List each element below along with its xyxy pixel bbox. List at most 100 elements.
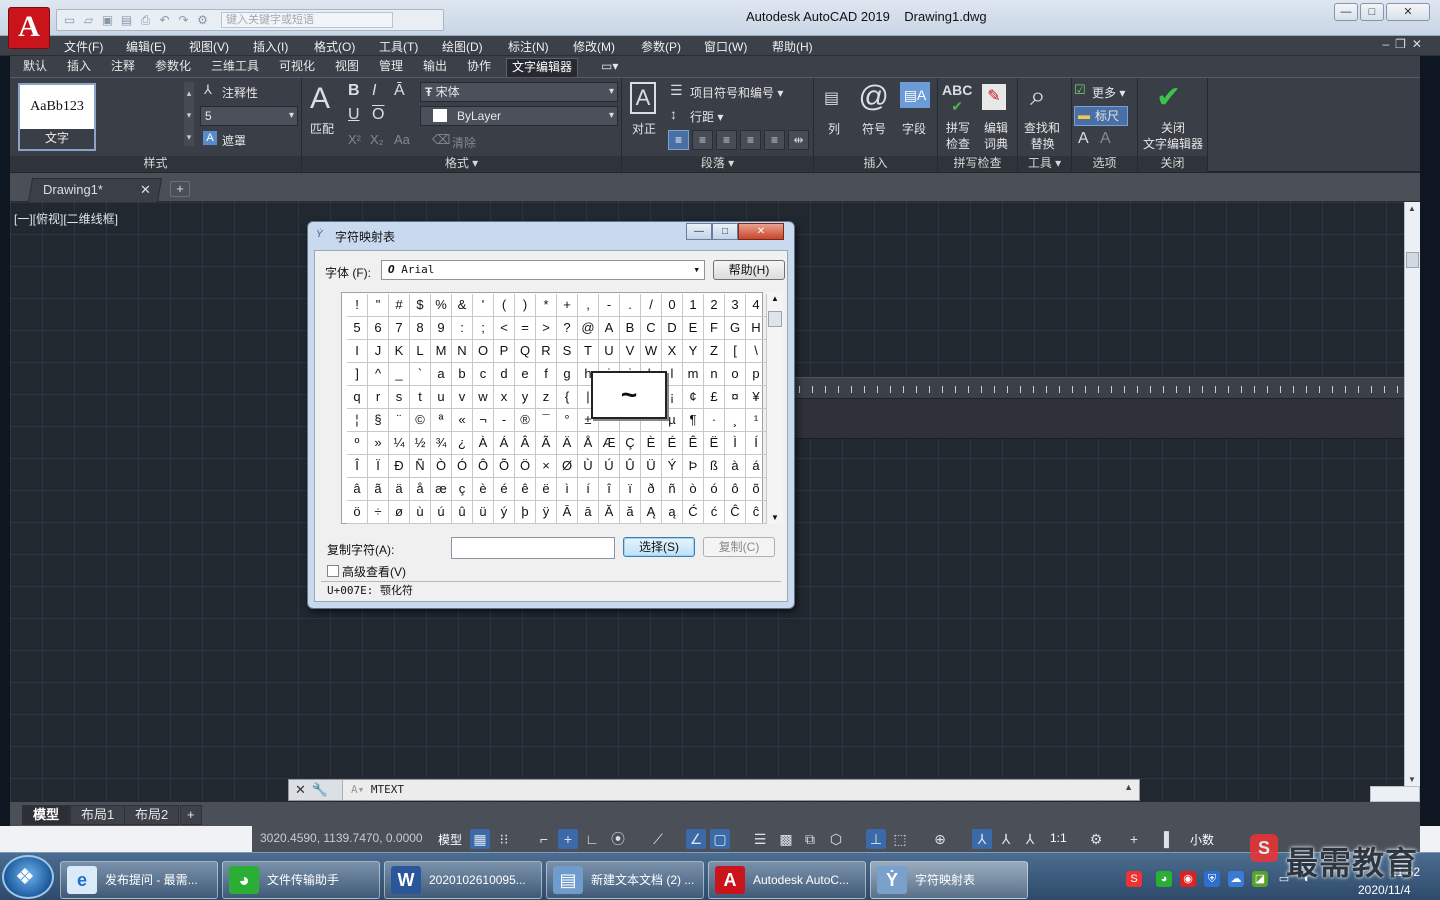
open-icon[interactable]: ▱ — [80, 12, 97, 28]
character-cell[interactable]: f — [536, 363, 557, 386]
copy-button[interactable]: 复制(C) — [703, 537, 775, 557]
save-icon[interactable]: ▣ — [99, 12, 116, 28]
wechat-tray-icon[interactable]: ◕ — [1156, 871, 1172, 887]
object-snap-tracking-icon[interactable]: ∠ — [686, 829, 706, 849]
close-tab-icon[interactable]: ✕ — [140, 179, 151, 201]
character-cell[interactable]: n — [704, 363, 725, 386]
tab-layout1[interactable]: 布局1 — [70, 805, 126, 825]
viewport-controls-label[interactable]: [一][俯视][二维线框] — [14, 210, 118, 227]
menu-modify[interactable]: 修改(M) — [573, 38, 615, 55]
character-cell[interactable]: Þ — [683, 455, 704, 478]
selection-filter-icon[interactable]: ⬚ — [890, 829, 910, 849]
character-cell[interactable]: % — [431, 294, 452, 317]
character-cell[interactable]: ó — [704, 478, 725, 501]
clear-label[interactable]: 清除 — [452, 134, 476, 151]
character-cell[interactable]: þ — [515, 501, 536, 524]
clear-icon[interactable]: ⌫ — [432, 132, 450, 148]
character-cell[interactable]: ć — [704, 501, 725, 524]
justify-icon[interactable]: A — [630, 82, 656, 114]
line-spacing-icon[interactable]: ↕ — [670, 106, 677, 122]
polar-tracking-icon[interactable]: ⦿ — [608, 829, 628, 849]
character-cell[interactable]: Ä — [557, 432, 578, 455]
character-cell[interactable]: r — [368, 386, 389, 409]
character-cell[interactable]: ă — [620, 501, 641, 524]
tab-annotate[interactable]: 注释 — [106, 58, 140, 77]
character-cell[interactable]: y — [515, 386, 536, 409]
character-cell[interactable]: Ð — [389, 455, 410, 478]
character-cell[interactable]: . — [620, 294, 641, 317]
character-cell[interactable]: Ç — [620, 432, 641, 455]
character-cell[interactable]: ā — [578, 501, 599, 524]
annotation-monitor-icon[interactable]: + — [1124, 829, 1144, 849]
character-cell[interactable]: { — [557, 386, 578, 409]
character-cell[interactable]: e — [515, 363, 536, 386]
character-cell[interactable]: ' — [473, 294, 494, 317]
add-layout-icon[interactable]: + — [180, 805, 202, 825]
maximize-button[interactable]: □ — [1360, 3, 1384, 21]
character-cell[interactable]: ª — [431, 409, 452, 432]
character-cell[interactable]: Ò — [431, 455, 452, 478]
character-cell[interactable]: Ü — [641, 455, 662, 478]
character-cell[interactable]: > — [536, 317, 557, 340]
align-left-icon[interactable]: ≡ — [668, 130, 689, 150]
dialog-close-button[interactable]: ✕ — [738, 223, 784, 240]
save-as-icon[interactable]: ▤ — [118, 12, 135, 28]
more-options-label[interactable]: 更多 ▾ — [1092, 84, 1125, 101]
taskbar-item-autocad[interactable]: A Autodesk AutoC... — [708, 861, 866, 899]
selection-cycling-icon[interactable]: ⧉ — [800, 829, 820, 849]
italic-icon[interactable]: I — [372, 82, 376, 100]
character-cell[interactable]: < — [494, 317, 515, 340]
character-cell[interactable]: U — [599, 340, 620, 363]
character-cell[interactable]: ï — [620, 478, 641, 501]
character-cell[interactable]: ) — [515, 294, 536, 317]
character-cell[interactable]: » — [368, 432, 389, 455]
character-cell[interactable]: ^ — [368, 363, 389, 386]
character-cell[interactable]: & — [452, 294, 473, 317]
select-button[interactable]: 选择(S) — [623, 537, 695, 557]
units-value[interactable]: 小数 — [1190, 831, 1214, 848]
tab-model[interactable]: 模型 — [22, 805, 71, 825]
character-cell[interactable]: + — [557, 294, 578, 317]
character-cell[interactable]: $ — [410, 294, 431, 317]
advanced-view-label[interactable]: 高级查看(V) — [342, 563, 406, 580]
character-cell[interactable]: " — [368, 294, 389, 317]
copy-characters-input[interactable] — [451, 537, 615, 559]
character-cell[interactable]: , — [578, 294, 599, 317]
clock-date[interactable]: 2020/11/4 — [1358, 883, 1411, 897]
overline-icon[interactable]: O — [372, 106, 384, 124]
character-cell[interactable]: ą — [662, 501, 683, 524]
character-cell[interactable]: £ — [704, 386, 725, 409]
character-cell[interactable]: ` — [410, 363, 431, 386]
character-cell[interactable]: ¼ — [389, 432, 410, 455]
new-icon[interactable]: ▭ — [61, 12, 78, 28]
character-cell[interactable]: P — [494, 340, 515, 363]
character-cell[interactable]: p — [746, 363, 767, 386]
character-cell[interactable]: - — [599, 294, 620, 317]
menu-file[interactable]: 文件(F) — [64, 38, 103, 55]
character-cell[interactable]: - — [494, 409, 515, 432]
character-cell[interactable]: ¸ — [725, 409, 746, 432]
tab-parametric[interactable]: 参数化 — [150, 58, 196, 77]
tab-insert[interactable]: 插入 — [62, 58, 96, 77]
character-cell[interactable]: 4 — [746, 294, 767, 317]
character-cell[interactable]: * — [536, 294, 557, 317]
scroll-down-icon[interactable]: ▼ — [1408, 775, 1416, 784]
menu-dimension[interactable]: 标注(N) — [508, 38, 549, 55]
align-center-icon[interactable]: ≡ — [692, 130, 713, 150]
character-cell[interactable]: W — [641, 340, 662, 363]
tab-3d-tools[interactable]: 三维工具 — [206, 58, 264, 77]
character-cell[interactable]: ¿ — [452, 432, 473, 455]
more-options-icon[interactable]: ☑ — [1074, 82, 1086, 98]
annotative-label[interactable]: 注释性 — [222, 84, 258, 101]
field-label[interactable]: 字段 — [902, 120, 926, 137]
taskbar-item-ie[interactable]: e 发布提问 - 最需... — [60, 861, 218, 899]
character-cell[interactable]: : — [452, 317, 473, 340]
character-cell[interactable]: Â — [515, 432, 536, 455]
menu-parameter[interactable]: 参数(P) — [641, 38, 681, 55]
character-cell[interactable]: û — [452, 501, 473, 524]
color-select[interactable]: ByLayer — [420, 106, 618, 126]
find-replace-icon[interactable]: ⌕ — [1030, 80, 1046, 113]
lineweight-icon[interactable]: ☰ — [750, 829, 770, 849]
character-cell[interactable]: N — [452, 340, 473, 363]
annotation-scale-icon[interactable]: ⅄ — [1020, 829, 1040, 849]
